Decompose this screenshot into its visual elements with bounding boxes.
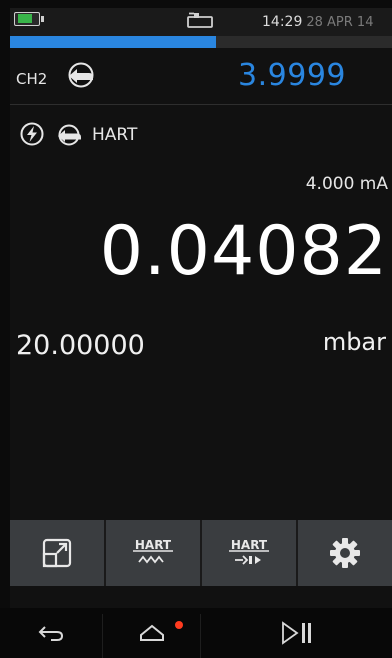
ch2-value[interactable]: 3.9999 [238,58,346,93]
progress-fill [10,36,217,48]
status-time: 14:29 [262,14,303,30]
hart-wave-icon: HART [133,538,173,564]
softkey-bar: HART HART [10,520,392,586]
screen: 14:29 28 APR 14 CH2 3.9999 HART 4.000 mA … [10,8,392,608]
navigation-bar [0,608,392,658]
home-icon [139,624,164,641]
hart-wave-button[interactable]: HART [106,520,202,586]
usb-connector-icon [187,12,213,28]
unit-label: mbar [322,328,386,356]
battery-charging-icon [14,12,44,26]
notification-dot [175,621,183,629]
status-date: 28 APR 14 [306,15,374,30]
expand-window-icon [42,538,72,568]
hand-pointing-icon [58,124,81,146]
range-value: 20.00000 [16,330,145,361]
settings-button[interactable] [298,520,392,586]
ch2-label: CH2 [16,70,48,88]
progress-bar [10,36,392,48]
current-reading: 4.000 mA [305,174,388,194]
softkey-hart-label-2: HART [231,538,268,552]
hart-connect-icon: HART [229,538,269,565]
play-pause-icon [281,621,311,645]
divider [10,104,392,105]
hand-pointing-icon[interactable] [64,62,98,88]
play-pause-button[interactable] [201,608,392,658]
status-bar: 14:29 28 APR 14 [10,8,392,36]
gear-icon [330,538,360,568]
softkey-hart-label: HART [135,538,172,552]
main-reading: 0.04082 [99,212,388,291]
back-arrow-icon [38,626,64,641]
back-button[interactable] [0,608,102,658]
expand-window-button[interactable] [10,520,106,586]
lightning-circle-icon [20,122,44,146]
status-datetime: 14:29 28 APR 14 [262,14,373,30]
home-button[interactable] [103,608,200,658]
hart-label: HART [92,125,138,145]
hart-connect-button[interactable]: HART [202,520,298,586]
